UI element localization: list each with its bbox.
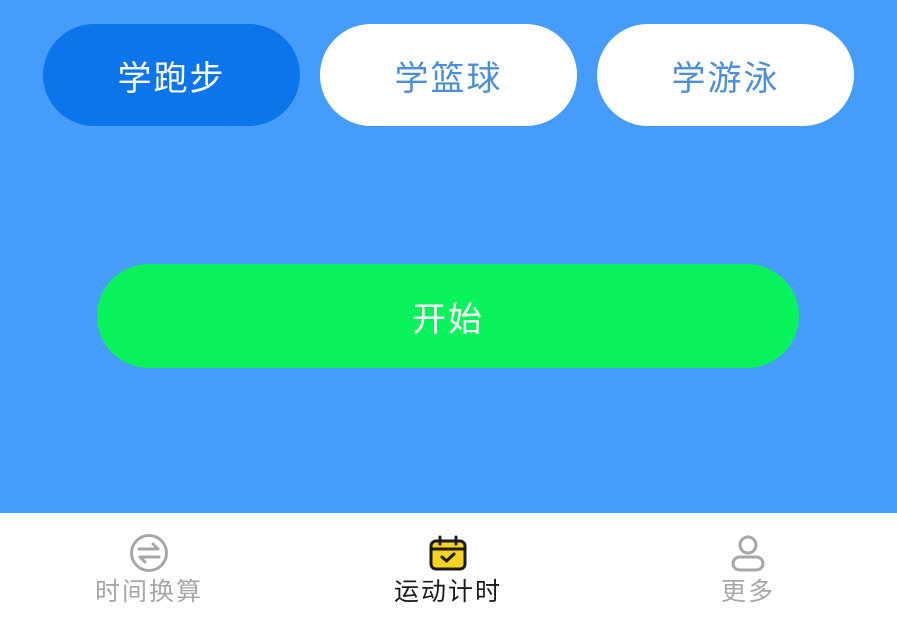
nav-item-more[interactable]: 更多 <box>638 513 858 620</box>
start-button[interactable]: 开始 <box>97 264 799 368</box>
user-icon <box>731 535 765 572</box>
nav-item-time-conversion[interactable]: 时间换算 <box>39 513 259 620</box>
nav-item-sport-timer[interactable]: 运动计时 <box>338 513 558 620</box>
tab-basketball[interactable]: 学篮球 <box>320 24 577 126</box>
bottom-nav: 时间换算 运动计时 更多 <box>0 513 897 620</box>
nav-label-sport-timer: 运动计时 <box>393 577 502 606</box>
exchange-icon <box>130 534 168 572</box>
nav-label-more: 更多 <box>720 577 775 606</box>
tab-swimming[interactable]: 学游泳 <box>597 24 854 126</box>
sport-tabs: 学跑步 学篮球 学游泳 <box>0 0 897 140</box>
tab-running[interactable]: 学跑步 <box>43 24 300 126</box>
app-screen: 学跑步 学篮球 学游泳 开始 时间换算 运动计时 更多 <box>0 0 897 620</box>
calendar-check-icon <box>429 535 467 571</box>
nav-label-time-conversion: 时间换算 <box>94 577 203 606</box>
main-content: 学跑步 学篮球 学游泳 开始 <box>0 0 897 513</box>
